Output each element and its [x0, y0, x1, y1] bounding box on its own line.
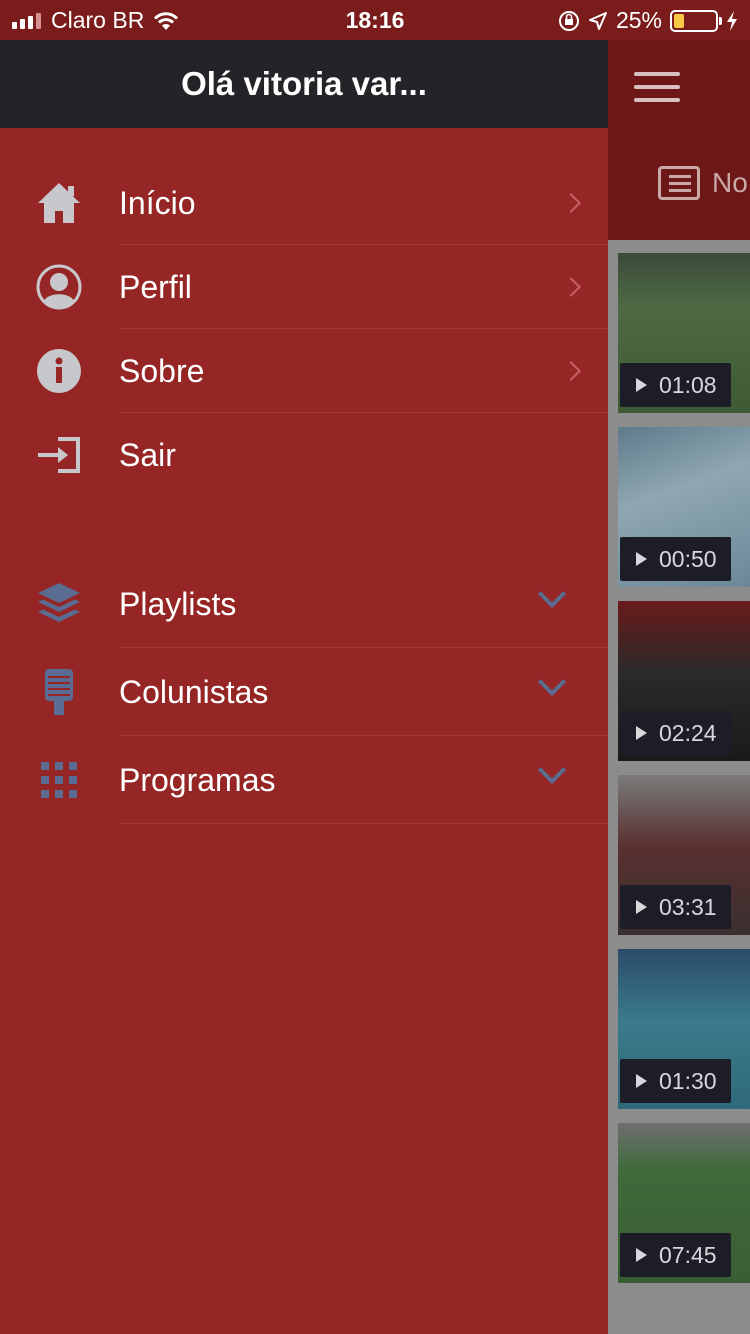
menu-item-sobre[interactable]: Sobre: [0, 329, 608, 413]
play-icon: [636, 1074, 647, 1088]
menu-item-label: Início: [119, 184, 196, 221]
video-duration-badge: 03:31: [620, 885, 731, 929]
video-duration-badge: 02:24: [620, 711, 731, 755]
menu-item-label: Playlists: [119, 585, 237, 622]
location-icon: [588, 11, 607, 30]
menu-item-label: Sair: [119, 436, 176, 473]
background-header: No: [608, 40, 750, 240]
newspaper-icon: [658, 166, 700, 200]
info-icon: [36, 348, 82, 394]
video-duration-badge: 07:45: [620, 1233, 731, 1277]
video-duration-badge: 01:08: [620, 363, 731, 407]
sign-out-icon: [36, 432, 82, 478]
play-icon: [636, 1248, 647, 1262]
menu-item-inicio[interactable]: Início: [0, 161, 608, 245]
background-screen: No 01:08 00:50 02:24 03:31 01:30 07:45: [608, 40, 750, 1334]
tab-news-label: No: [712, 167, 748, 198]
user-circle-icon: [36, 264, 82, 310]
video-list: 01:08 00:50 02:24 03:31 01:30 07:45: [618, 253, 750, 1297]
play-icon: [636, 726, 647, 740]
charging-icon: [727, 10, 737, 31]
divider: [119, 823, 608, 824]
menu-item-perfil[interactable]: Perfil: [0, 245, 608, 329]
video-duration: 01:08: [659, 371, 717, 398]
menu-item-label: Programas: [119, 761, 276, 798]
video-duration: 01:30: [659, 1067, 717, 1094]
menu-item-playlists[interactable]: Playlists: [0, 560, 608, 648]
video-card[interactable]: 03:31: [618, 775, 750, 935]
video-duration: 02:24: [659, 719, 717, 746]
status-bar: Claro BR 18:16 25%: [0, 0, 750, 40]
battery-icon: [670, 9, 722, 32]
chevron-right-icon: [561, 277, 581, 297]
video-card[interactable]: 00:50: [618, 427, 750, 587]
chevron-down-icon: [537, 667, 567, 697]
microphone-icon: [36, 669, 82, 715]
play-icon: [636, 378, 647, 392]
video-duration: 07:45: [659, 1241, 717, 1268]
home-icon: [36, 180, 82, 226]
menu-item-sair[interactable]: Sair: [0, 413, 608, 497]
video-card[interactable]: 07:45: [618, 1123, 750, 1283]
play-icon: [636, 552, 647, 566]
grid-icon: [36, 757, 82, 803]
battery-percent: 25%: [615, 7, 662, 33]
chevron-down-icon: [537, 579, 567, 609]
menu-item-label: Perfil: [119, 268, 192, 305]
play-icon: [636, 900, 647, 914]
menu-item-label: Colunistas: [119, 673, 269, 710]
video-card[interactable]: 01:30: [618, 949, 750, 1109]
drawer-header: Olá vitoria var...: [0, 40, 608, 128]
video-duration: 00:50: [659, 545, 717, 572]
chevron-right-icon: [561, 361, 581, 381]
rotation-lock-icon: [558, 10, 579, 31]
layers-icon: [36, 581, 82, 627]
video-duration-badge: 00:50: [620, 537, 731, 581]
video-card[interactable]: 01:08: [618, 253, 750, 413]
menu-item-label: Sobre: [119, 352, 205, 389]
tab-news[interactable]: No: [658, 166, 748, 200]
menu-item-colunistas[interactable]: Colunistas: [0, 648, 608, 736]
chevron-right-icon: [561, 193, 581, 213]
chevron-down-icon: [537, 755, 567, 785]
menu-item-programas[interactable]: Programas: [0, 736, 608, 824]
side-drawer: Olá vitoria var... Início Perfil Sobre S…: [0, 40, 608, 1334]
video-duration: 03:31: [659, 893, 717, 920]
user-greeting: Olá vitoria var...: [181, 65, 427, 102]
video-duration-badge: 01:30: [620, 1059, 731, 1103]
video-card[interactable]: 02:24: [618, 601, 750, 761]
hamburger-icon[interactable]: [634, 72, 680, 111]
